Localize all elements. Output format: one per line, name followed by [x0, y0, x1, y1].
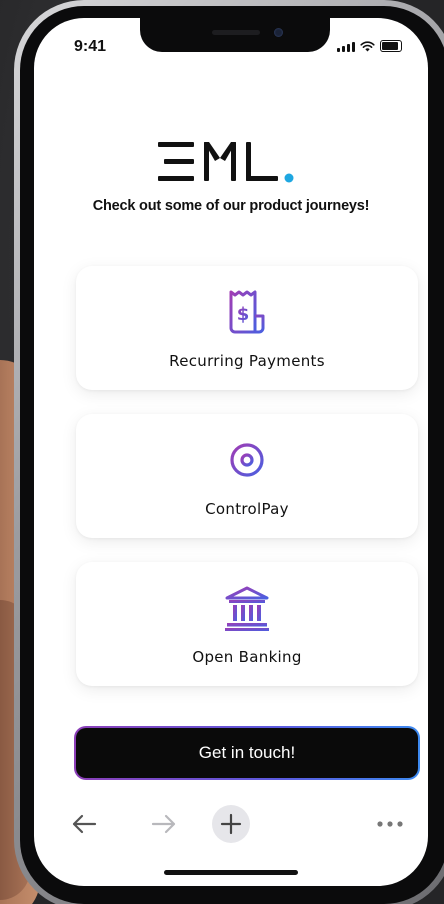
cellular-signal-icon	[337, 42, 355, 52]
arrow-left-icon	[72, 814, 97, 834]
card-open-banking[interactable]: Open Banking	[76, 562, 418, 686]
speaker-grille	[212, 30, 260, 35]
card-recurring-payments[interactable]: $ Recurring Payments	[76, 266, 418, 390]
scene: 9:41 Check out some of our product journ…	[0, 0, 444, 904]
card-label: ControlPay	[205, 500, 289, 518]
svg-text:$: $	[237, 304, 250, 325]
bank-building-icon	[225, 586, 269, 631]
browser-toolbar	[34, 804, 428, 844]
new-tab-button[interactable]	[211, 804, 251, 844]
card-controlpay[interactable]: ControlPay	[76, 414, 418, 538]
phone-screen: 9:41 Check out some of our product journ…	[34, 18, 428, 886]
wifi-icon	[360, 41, 375, 52]
notch	[140, 18, 330, 52]
battery-icon	[380, 40, 402, 52]
logo-dot	[284, 173, 294, 183]
phone-frame: 9:41 Check out some of our product journ…	[14, 0, 444, 904]
plus-icon	[220, 813, 242, 835]
home-indicator[interactable]	[164, 870, 298, 875]
arrow-right-icon	[151, 814, 176, 834]
status-time: 9:41	[74, 38, 107, 55]
receipt-dollar-icon: $	[229, 290, 265, 334]
tagline: Check out some of our product journeys!	[92, 198, 370, 214]
more-button[interactable]	[370, 804, 410, 844]
more-dots-icon	[377, 821, 403, 827]
status-icons	[337, 40, 402, 52]
card-label: Open Banking	[192, 648, 302, 666]
front-camera	[274, 28, 283, 37]
target-crosshair-icon	[223, 436, 271, 484]
eml-logo	[158, 142, 294, 183]
get-in-touch-button[interactable]: Get in touch!	[74, 726, 420, 780]
back-button[interactable]	[64, 804, 104, 844]
card-label: Recurring Payments	[169, 352, 325, 370]
get-in-touch-label: Get in touch!	[76, 728, 418, 778]
forward-button[interactable]	[144, 804, 184, 844]
